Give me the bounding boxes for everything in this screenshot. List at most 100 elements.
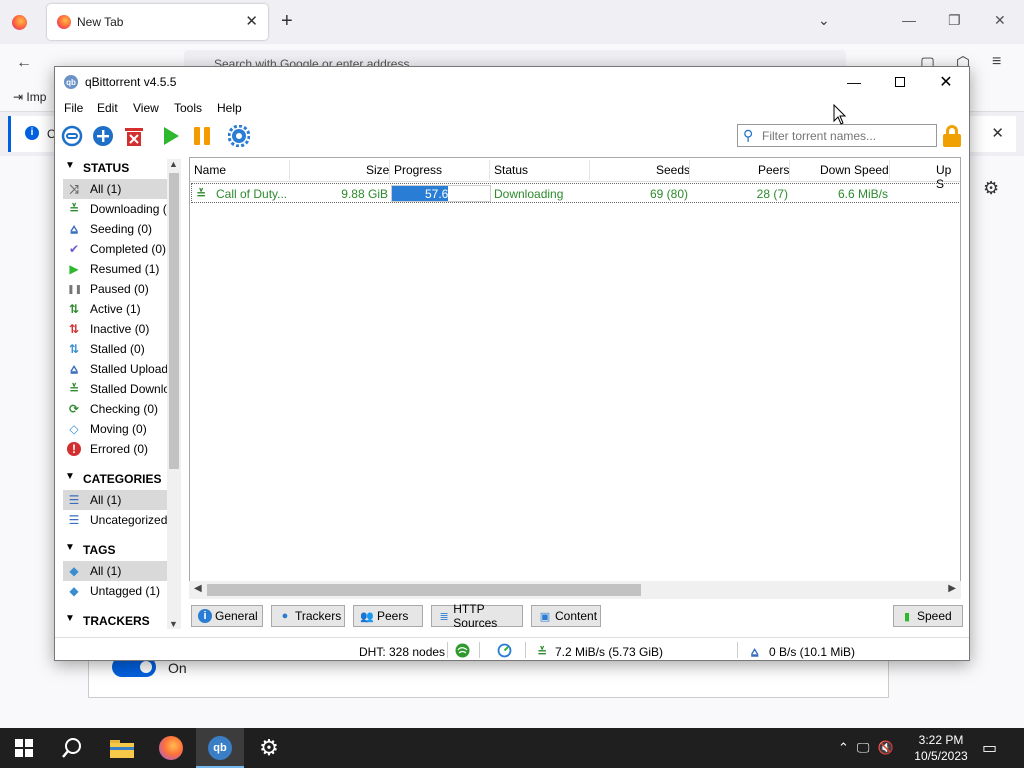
tab-trackers[interactable]: ● Trackers: [271, 605, 345, 627]
active-arrows-icon: ⇅: [68, 302, 80, 316]
status-filter-item[interactable]: ⇅ Stalled (0): [63, 339, 167, 359]
start-button[interactable]: [0, 728, 48, 768]
column-status[interactable]: Status: [494, 163, 528, 177]
firefox-taskbar-button[interactable]: [147, 728, 195, 768]
close-button[interactable]: ✕: [923, 67, 969, 97]
firefox-close-icon[interactable]: ✕: [994, 12, 1006, 29]
status-filter-item[interactable]: ! Errored (0): [63, 439, 167, 459]
tab-speed[interactable]: ▮ Speed: [893, 605, 963, 627]
upload-speed-text[interactable]: 0 B/s (10.1 MiB): [769, 645, 855, 659]
clock[interactable]: 3:22 PM 10/5/2023: [910, 732, 972, 764]
column-peers[interactable]: Peers: [758, 163, 789, 177]
double-down-icon: ≚: [68, 202, 80, 216]
firefox-new-tab-icon[interactable]: +: [281, 10, 293, 33]
tab-peers[interactable]: 👥 Peers: [353, 605, 423, 627]
status-filter-item[interactable]: ▶ Resumed (1): [63, 259, 167, 279]
pause-button[interactable]: [191, 125, 213, 147]
status-section-header[interactable]: ▼ STATUS: [61, 158, 183, 178]
options-button[interactable]: [228, 125, 250, 147]
firefox-import-bookmarks[interactable]: ⇥ Imp: [13, 90, 46, 104]
windows-taskbar: qb ⚙ ⌃ 🖵 🔇 3:22 PM 10/5/2023: [0, 728, 1024, 768]
double-up-icon: ⩠: [70, 222, 78, 236]
status-filter-item[interactable]: ⤨ All (1): [63, 179, 167, 199]
system-tray: ⌃ 🖵 🔇: [838, 728, 894, 768]
firefox-menu-icon[interactable]: ≡: [992, 53, 1001, 71]
column-down-speed[interactable]: Down Speed: [820, 163, 889, 177]
network-icon[interactable]: 🖵: [857, 740, 870, 756]
tab-general[interactable]: i General: [191, 605, 263, 627]
downloading-status-icon: ≚: [196, 187, 207, 201]
category-uncategorized[interactable]: ☰ Uncategorized (1): [63, 510, 167, 530]
status-filter-item[interactable]: ≚Stalled Downloading (0): [63, 379, 167, 399]
alt-speed-limits-icon[interactable]: [497, 643, 512, 661]
status-filter-item[interactable]: ⇅ Active (1): [63, 299, 167, 319]
menu-help[interactable]: Help: [217, 101, 242, 115]
notification-center-icon[interactable]: ▭: [982, 738, 997, 758]
status-filter-item[interactable]: ⩠Stalled Uploading (0): [63, 359, 167, 379]
tag-untagged[interactable]: ◆ Untagged (1): [63, 581, 167, 601]
resume-button[interactable]: [160, 125, 182, 147]
chevron-up-icon[interactable]: ⌃: [838, 740, 849, 756]
settings-taskbar-button[interactable]: ⚙: [245, 728, 293, 768]
column-size[interactable]: Size: [366, 163, 389, 177]
shuffle-icon: ⤨: [69, 182, 79, 196]
search-icon: [62, 738, 81, 758]
menu-view[interactable]: View: [133, 101, 159, 115]
status-filter-item[interactable]: ≚Downloading (1): [63, 199, 167, 219]
firefox-tab[interactable]: New Tab ✕: [47, 4, 268, 40]
file-explorer-button[interactable]: [98, 728, 146, 768]
firefox-logo-icon[interactable]: [12, 15, 27, 30]
play-icon: [164, 127, 179, 145]
status-filter-item[interactable]: ✔ Completed (0): [63, 239, 167, 259]
qbittorrent-titlebar[interactable]: qb qBittorrent v4.5.5 — ✕: [55, 67, 969, 97]
categories-section-header[interactable]: ▼ CATEGORIES: [61, 469, 183, 489]
status-filter-item[interactable]: ⩠ Seeding (0): [63, 219, 167, 239]
tag-all[interactable]: ◆ All (1): [63, 561, 167, 581]
tags-section-header[interactable]: ▼ TAGS: [61, 540, 183, 560]
firefox-settings-gear-icon[interactable]: ⚙: [983, 178, 999, 199]
minimize-button[interactable]: —: [831, 67, 877, 97]
scroll-down-icon[interactable]: ▼: [169, 619, 178, 629]
firefox-tab-list-icon[interactable]: ⌄: [818, 12, 830, 29]
add-torrent-link-button[interactable]: [61, 125, 83, 147]
transfer-list-hscrollbar[interactable]: ◀ ▶: [189, 581, 961, 599]
connection-status-icon[interactable]: [455, 643, 470, 661]
add-torrent-file-button[interactable]: [92, 125, 114, 147]
sidebar-scroll-thumb[interactable]: [169, 173, 179, 469]
firefox-tab-close-icon[interactable]: ✕: [245, 12, 258, 30]
category-all[interactable]: ☰ All (1): [63, 490, 167, 510]
column-name[interactable]: Name: [194, 163, 226, 177]
status-filter-item[interactable]: ❚❚ Paused (0): [63, 279, 167, 299]
column-progress[interactable]: Progress: [394, 163, 442, 177]
lock-ui-button[interactable]: [943, 125, 961, 147]
trackers-section-header[interactable]: ▼ TRACKERS: [61, 611, 183, 631]
volume-muted-icon[interactable]: 🔇: [877, 740, 893, 756]
maximize-button[interactable]: [877, 67, 923, 97]
tab-http-sources[interactable]: ≣ HTTP Sources: [431, 602, 523, 630]
delete-torrent-button[interactable]: [123, 125, 145, 147]
scroll-left-icon[interactable]: ◀: [194, 583, 202, 594]
scroll-right-icon[interactable]: ▶: [948, 583, 956, 594]
search-button[interactable]: [48, 728, 96, 768]
column-seeds[interactable]: Seeds: [656, 163, 690, 177]
list-icon: ☰: [68, 513, 80, 527]
qbittorrent-taskbar-button[interactable]: qb: [196, 728, 244, 768]
firefox-notification-close-icon[interactable]: ✕: [991, 124, 1004, 142]
firefox-minimize-icon[interactable]: —: [902, 12, 916, 28]
hscroll-thumb[interactable]: [207, 584, 641, 596]
menu-tools[interactable]: Tools: [174, 101, 202, 115]
qbittorrent-app-icon: qb: [64, 75, 78, 89]
scroll-up-icon[interactable]: ▲: [169, 159, 178, 169]
status-filter-item[interactable]: ⟳ Checking (0): [63, 399, 167, 419]
tab-content[interactable]: ▣ Content: [531, 605, 601, 627]
filter-input[interactable]: [762, 127, 932, 144]
menu-edit[interactable]: Edit: [97, 101, 118, 115]
firefox-restore-icon[interactable]: ❐: [948, 12, 961, 29]
sidebar-scrollbar[interactable]: ▲ ▼: [167, 159, 181, 629]
menu-file[interactable]: File: [64, 101, 83, 115]
status-filter-item[interactable]: ⇅ Inactive (0): [63, 319, 167, 339]
table-row[interactable]: ≚ Call of Duty... 9.88 GiB 57.6% Downloa…: [191, 183, 960, 203]
firefox-back-icon[interactable]: ←: [16, 54, 32, 72]
download-speed-text[interactable]: 7.2 MiB/s (5.73 GiB): [555, 645, 663, 659]
status-filter-item[interactable]: ◇ Moving (0): [63, 419, 167, 439]
